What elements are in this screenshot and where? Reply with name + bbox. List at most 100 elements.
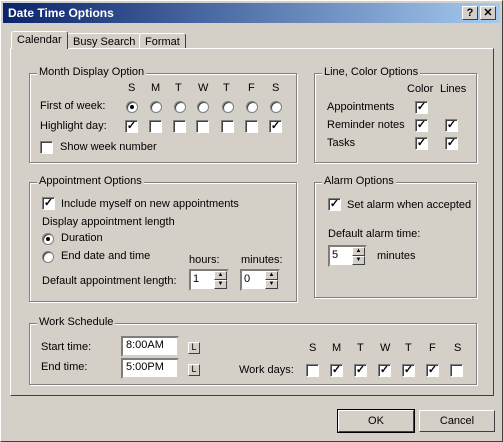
appointments-color-checkbox[interactable]: ✓ <box>415 101 428 114</box>
work-day-checkbox[interactable]: ✓ <box>426 364 439 377</box>
set-alarm-checkbox[interactable]: ✓ <box>328 198 341 211</box>
group-title: Month Display Option <box>37 66 147 78</box>
tab-calendar[interactable]: Calendar <box>11 31 68 49</box>
hours-label: hours: <box>189 254 220 266</box>
spin-up-icon[interactable]: ▲ <box>352 247 365 256</box>
spin-down-icon[interactable]: ▼ <box>352 256 365 265</box>
tab-format[interactable]: Format <box>139 33 186 48</box>
show-week-number-checkbox[interactable] <box>40 141 53 154</box>
default-length-label: Default appointment length: <box>42 275 177 287</box>
first-of-week-label: First of week: <box>40 100 106 112</box>
first-of-week-radio[interactable] <box>270 101 282 113</box>
reminder-notes-lines-checkbox[interactable]: ✓ <box>445 119 458 132</box>
highlight-day-checkbox[interactable] <box>245 120 258 133</box>
spin-down-icon[interactable]: ▼ <box>265 280 278 289</box>
work-day-checkbox[interactable] <box>450 364 463 377</box>
day-header: S <box>272 82 280 94</box>
end-time-value: 5:00PM <box>126 361 164 373</box>
help-button[interactable]: ? <box>462 6 478 20</box>
day-header: F <box>248 82 255 94</box>
reminder-notes-color-checkbox[interactable]: ✓ <box>415 119 428 132</box>
group-title: Line, Color Options <box>322 66 421 78</box>
end-date-time-label: End date and time <box>61 250 151 262</box>
day-header: S <box>128 82 136 94</box>
work-days-label: Work days: <box>239 364 294 376</box>
default-alarm-time-label: Default alarm time: <box>328 228 421 240</box>
work-day-checkbox[interactable]: ✓ <box>402 364 415 377</box>
cancel-button[interactable]: Cancel <box>419 410 495 432</box>
show-week-number-label: Show week number <box>60 141 157 153</box>
alarm-options-group: Alarm Options ✓ Set alarm when accepted … <box>314 175 477 298</box>
start-time-input[interactable]: 8:00AM <box>121 336 179 357</box>
work-day-header: M <box>332 342 342 354</box>
highlight-day-checkbox[interactable] <box>149 120 162 133</box>
first-of-week-radio[interactable] <box>222 101 234 113</box>
group-title: Work Schedule <box>37 316 116 328</box>
line-color-group: Line, Color Options Color Lines Appointm… <box>314 66 477 163</box>
first-of-week-radio[interactable] <box>197 101 209 113</box>
work-day-header: T <box>357 342 364 354</box>
highlight-day-checkbox[interactable] <box>221 120 234 133</box>
first-of-week-radio[interactable] <box>150 101 162 113</box>
duration-label: Duration <box>61 232 103 244</box>
day-header: M <box>151 82 161 94</box>
work-day-header: F <box>429 342 436 354</box>
appointment-options-group: Appointment Options ✓ Include myself on … <box>29 175 297 302</box>
tasks-lines-checkbox[interactable]: ✓ <box>445 137 458 150</box>
end-time-picker-icon[interactable]: L <box>188 364 200 376</box>
reminder-notes-label: Reminder notes <box>327 119 405 131</box>
start-time-picker-icon[interactable]: L <box>188 342 200 354</box>
highlight-day-checkbox[interactable]: ✓ <box>125 120 138 133</box>
end-time-label: End time: <box>41 361 88 373</box>
minutes-value: 0 <box>244 273 251 285</box>
spin-down-icon[interactable]: ▼ <box>214 280 227 289</box>
start-time-value: 8:00AM <box>126 339 164 351</box>
hours-value: 1 <box>193 273 200 285</box>
alarm-time-spinner[interactable]: 5 ▲ ▼ <box>328 245 367 267</box>
lines-column-header: Lines <box>440 83 467 95</box>
highlight-day-label: Highlight day: <box>40 120 107 132</box>
work-day-checkbox[interactable]: ✓ <box>354 364 367 377</box>
ok-button[interactable]: OK <box>337 409 415 433</box>
month-display-group: Month Display Option S M T W T F S First… <box>29 66 297 163</box>
end-time-input[interactable]: 5:00PM <box>121 358 179 379</box>
alarm-time-value: 5 <box>332 249 339 261</box>
first-of-week-radio[interactable] <box>246 101 258 113</box>
end-date-time-radio[interactable] <box>42 251 54 263</box>
work-day-checkbox[interactable]: ✓ <box>330 364 343 377</box>
work-day-checkbox[interactable]: ✓ <box>378 364 391 377</box>
highlight-day-checkbox[interactable] <box>196 120 209 133</box>
include-myself-label: Include myself on new appointments <box>61 198 239 210</box>
appointments-label: Appointments <box>327 101 395 113</box>
group-title: Alarm Options <box>322 175 396 187</box>
minutes-label: minutes: <box>241 254 283 266</box>
tab-page-calendar: Month Display Option S M T W T F S First… <box>10 48 494 396</box>
work-day-checkbox[interactable] <box>306 364 319 377</box>
set-alarm-label: Set alarm when accepted <box>347 199 472 211</box>
highlight-day-checkbox[interactable]: ✓ <box>269 120 282 133</box>
tab-busy-search[interactable]: Busy Search <box>67 33 142 48</box>
highlight-day-checkbox[interactable] <box>173 120 186 133</box>
spin-up-icon[interactable]: ▲ <box>265 271 278 280</box>
window-title: Date Time Options <box>8 6 114 20</box>
work-day-header: S <box>309 342 317 354</box>
hours-spinner[interactable]: 1 ▲ ▼ <box>189 269 229 291</box>
color-column-header: Color <box>407 83 434 95</box>
date-time-options-dialog: Date Time Options ? ✕ Calendar Busy Sear… <box>0 0 503 442</box>
work-schedule-group: Work Schedule Start time: 8:00AM L End t… <box>29 316 477 385</box>
include-myself-checkbox[interactable]: ✓ <box>42 197 55 210</box>
spin-up-icon[interactable]: ▲ <box>214 271 227 280</box>
first-of-week-radio[interactable] <box>174 101 186 113</box>
alarm-unit-label: minutes <box>377 250 416 262</box>
work-day-header: T <box>405 342 412 354</box>
duration-radio[interactable] <box>42 233 54 245</box>
display-length-label: Display appointment length <box>42 216 175 228</box>
day-header: T <box>223 82 230 94</box>
tasks-label: Tasks <box>327 137 356 149</box>
title-bar: Date Time Options ? ✕ <box>3 3 500 23</box>
day-header: W <box>198 82 209 94</box>
first-of-week-radio[interactable] <box>126 101 138 113</box>
tasks-color-checkbox[interactable]: ✓ <box>415 137 428 150</box>
minutes-spinner[interactable]: 0 ▲ ▼ <box>240 269 280 291</box>
close-button[interactable]: ✕ <box>480 6 496 20</box>
